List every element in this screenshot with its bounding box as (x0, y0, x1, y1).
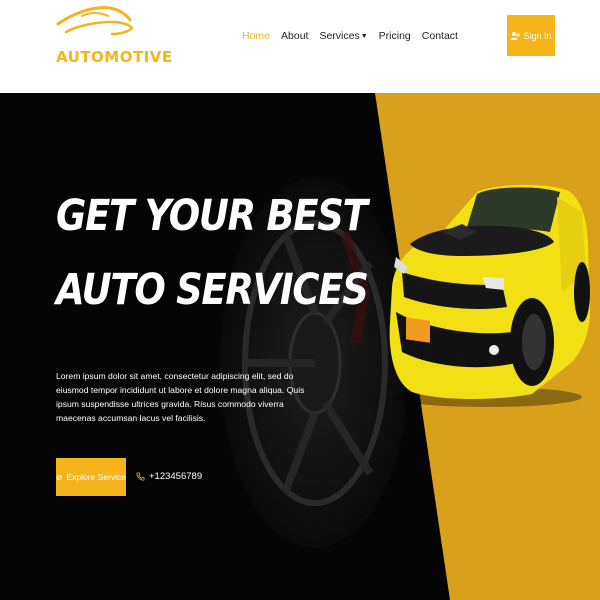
nav-item-pricing[interactable]: Pricing (379, 30, 411, 42)
signin-label: Sign In (523, 30, 552, 41)
nav-item-about[interactable]: About (281, 30, 308, 42)
user-plus-icon (510, 31, 521, 40)
nav-item-home[interactable]: Home (242, 30, 270, 42)
explore-service-button[interactable]: Explore Service (56, 458, 126, 496)
nav-item-services[interactable]: Services▼ (319, 30, 367, 42)
explore-service-label: Explore Service (66, 472, 126, 482)
brand-name: AUTOMOTIVE (56, 48, 173, 66)
hero-description: Lorem ipsum dolor sit amet, consectetur … (56, 371, 305, 423)
phone-icon (136, 472, 145, 481)
car-logo-icon (56, 6, 134, 36)
site-header: AUTOMOTIVE Home About Services▼ Pricing … (0, 0, 600, 93)
signin-button[interactable]: Sign In (507, 15, 555, 56)
phone-link[interactable]: +123456789 (136, 471, 202, 482)
yellow-sports-car-image (389, 184, 590, 407)
nav-item-services-label: Services (319, 30, 360, 42)
tools-icon (56, 474, 62, 480)
caret-down-icon: ▼ (360, 33, 368, 40)
hero-headline: GET YOUR BEST AUTO SERVICES (56, 191, 369, 341)
brand-logo[interactable]: AUTOMOTIVE (52, 2, 172, 68)
headline-line-2: AUTO SERVICES (56, 265, 369, 315)
hero-section: GET YOUR BEST AUTO SERVICES Lorem ipsum … (0, 93, 600, 600)
phone-number: +123456789 (149, 471, 203, 482)
main-nav: Home About Services▼ Pricing Contact (242, 30, 469, 42)
headline-line-1: GET YOUR BEST (56, 191, 368, 241)
nav-item-contact[interactable]: Contact (422, 30, 458, 42)
